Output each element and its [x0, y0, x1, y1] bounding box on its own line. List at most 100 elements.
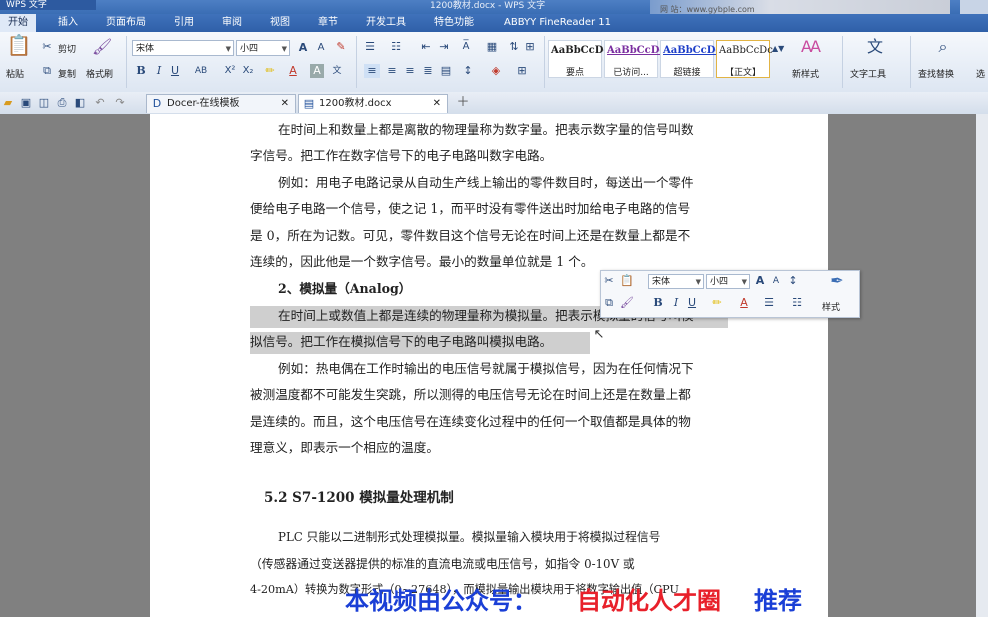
shading-icon[interactable]: ◈ [488, 64, 504, 78]
new-tab-icon[interactable]: ＋ [456, 96, 470, 110]
grow-font-icon[interactable]: A [296, 41, 310, 55]
close-icon[interactable]: ✕ [433, 95, 441, 113]
distribute-icon[interactable]: ▤ [438, 64, 454, 78]
bullet-list-icon[interactable]: ☰ [362, 40, 378, 54]
print-icon[interactable]: ⎙ [56, 96, 68, 110]
shrink-font-icon[interactable]: A [314, 41, 328, 55]
pdf-icon[interactable]: ◫ [38, 96, 50, 110]
style-gallery-item[interactable]: AaBbCcDc 【正文】 [716, 40, 773, 78]
brush-icon[interactable]: 🖌 [92, 39, 112, 55]
doc-line: 是 0，所在为记数。可见，零件数目这个信号无论在时间上还是在数量上都是不 [250, 228, 691, 243]
italic-icon[interactable]: I [670, 296, 682, 310]
scissors-icon[interactable]: ✂ [602, 274, 616, 288]
underline-icon[interactable]: U [168, 64, 182, 78]
mini-font-size-select[interactable]: 小四 ▼ [706, 274, 750, 289]
folder-icon[interactable]: ▰ [2, 96, 14, 110]
doc-line: 连续的，因此他是一个数字信号。最小的数量单位就是 1 个。 [250, 254, 594, 269]
subscript-icon[interactable]: X₂ [240, 64, 256, 78]
doc-tab-docer[interactable]: D Docer-在线模板 ✕ [146, 94, 296, 113]
tab-home[interactable]: 开始 [0, 14, 36, 32]
bullet-list-icon[interactable]: ☰ [762, 296, 776, 310]
doc-line: 被测温度都不可能发生突跳，所以测得的电压信号无论在时间上还是在数量上都 [250, 387, 691, 402]
justify-icon[interactable]: ≣ [420, 64, 436, 78]
new-style-button[interactable]: 新样式 [792, 67, 819, 80]
line-spacing-icon[interactable]: ↕ [460, 64, 476, 78]
tab-view[interactable]: 视图 [270, 14, 290, 32]
font-color-icon[interactable]: A [286, 64, 300, 78]
gallery-scroll-icon[interactable]: ▲▼ [772, 42, 784, 56]
scissors-icon[interactable]: ✂ [40, 40, 54, 54]
doc-tab-active[interactable]: ▤ 1200教材.docx ✕ [298, 94, 448, 113]
chinese-layout-icon[interactable]: A̅ [458, 40, 474, 54]
decrease-indent-icon[interactable]: ⇤ [418, 40, 434, 54]
tab-page-layout[interactable]: 页面布局 [106, 14, 146, 32]
tab-sections[interactable]: 章节 [318, 14, 338, 32]
mini-font-name-select[interactable]: 宋体 ▼ [648, 274, 704, 289]
copy-icon[interactable]: ⧉ [602, 296, 616, 310]
format-painter-button[interactable]: 格式刷 [86, 67, 113, 80]
increase-indent-icon[interactable]: ⇥ [436, 40, 452, 54]
mouse-cursor-icon: ↖ [593, 327, 605, 342]
new-style-icon[interactable]: Ꜳ [798, 39, 824, 55]
undo-icon[interactable]: ↶ [94, 96, 106, 110]
style-gallery-item[interactable]: AaBbCcDc 要点 [548, 40, 610, 78]
superscript-icon[interactable]: X² [222, 64, 238, 78]
shrink-font-icon[interactable]: A [770, 274, 782, 288]
highlight-icon[interactable]: ✏ [710, 296, 724, 310]
cut-button[interactable]: 剪切 [58, 42, 76, 55]
grow-font-icon[interactable]: A [754, 274, 766, 288]
phonetic-icon[interactable]: 文 [330, 64, 344, 78]
tab-references[interactable]: 引用 [174, 14, 194, 32]
bold-icon[interactable]: B [134, 64, 148, 78]
vertical-scrollbar[interactable] [976, 114, 988, 617]
select-button[interactable]: 选 [976, 67, 985, 80]
redo-icon[interactable]: ↷ [114, 96, 126, 110]
text-tools-icon[interactable]: 文 [862, 39, 888, 55]
font-color-icon[interactable]: A [738, 296, 750, 310]
save-icon[interactable]: ▣ [20, 96, 32, 110]
table-icon[interactable]: ▦ [484, 40, 500, 54]
find-replace-button[interactable]: 查找替换 [918, 67, 954, 80]
tab-insert[interactable]: 插入 [58, 14, 78, 32]
align-center-icon[interactable]: ≡ [384, 64, 400, 78]
font-name-select[interactable]: 宋体 ▼ [132, 40, 234, 56]
tab-developer[interactable]: 开发工具 [366, 14, 406, 32]
mini-style-button[interactable]: 样式 [822, 300, 840, 313]
tab-review[interactable]: 审阅 [222, 14, 242, 32]
numbered-list-icon[interactable]: ☷ [790, 296, 804, 310]
underline-icon[interactable]: U [686, 296, 698, 310]
bold-icon[interactable]: B [652, 296, 664, 310]
italic-icon[interactable]: I [152, 64, 166, 78]
paste-button[interactable]: 粘贴 [6, 67, 24, 80]
copy-icon[interactable]: ⧉ [40, 64, 54, 78]
show-marks-icon[interactable]: ⊞ [522, 40, 538, 54]
strikethrough-icon[interactable]: AB [190, 64, 212, 78]
highlight-icon[interactable]: ✏ [262, 64, 278, 78]
style-gallery-item[interactable]: AaBbCcDd 超链接 [660, 40, 722, 78]
doc-line: PLC 只能以二进制形式处理模拟量。模拟量输入模块用于将模拟过程信号 [278, 530, 661, 544]
clear-format-icon[interactable]: ✎ [334, 40, 348, 54]
font-size-select[interactable]: 小四 ▼ [236, 40, 290, 56]
preview-icon[interactable]: ◧ [74, 96, 86, 110]
line-spacing-icon[interactable]: ↕ [786, 274, 800, 288]
copy-button[interactable]: 复制 [58, 67, 76, 80]
close-icon[interactable]: ✕ [281, 95, 289, 113]
binoculars-icon[interactable]: ⌕ [930, 39, 956, 55]
style-sample: AaBbCcDc [551, 45, 610, 56]
app-menu-button[interactable]: WPS 文字 [0, 0, 96, 10]
char-shading-icon[interactable]: A [310, 64, 324, 78]
brush-icon[interactable]: 🖌 [620, 296, 634, 310]
tab-abbyy[interactable]: ABBYY FineReader 11 [504, 14, 611, 32]
style-sample: AaBbCcDd [607, 45, 667, 56]
style-gallery-item[interactable]: AaBbCcDd 已访问... [604, 40, 666, 78]
align-right-icon[interactable]: ≡ [402, 64, 418, 78]
sort-icon[interactable]: ⇅ [506, 40, 522, 54]
paste-icon[interactable]: 📋 [6, 35, 32, 62]
align-left-icon[interactable]: ≡ [364, 64, 380, 78]
tab-features[interactable]: 特色功能 [434, 14, 474, 32]
numbered-list-icon[interactable]: ☷ [388, 40, 404, 54]
text-tools-button[interactable]: 文字工具 [850, 67, 886, 80]
style-pen-icon[interactable]: ✒ [826, 273, 848, 289]
border-icon[interactable]: ⊞ [514, 64, 530, 78]
paste-icon[interactable]: 📋 [620, 274, 634, 288]
